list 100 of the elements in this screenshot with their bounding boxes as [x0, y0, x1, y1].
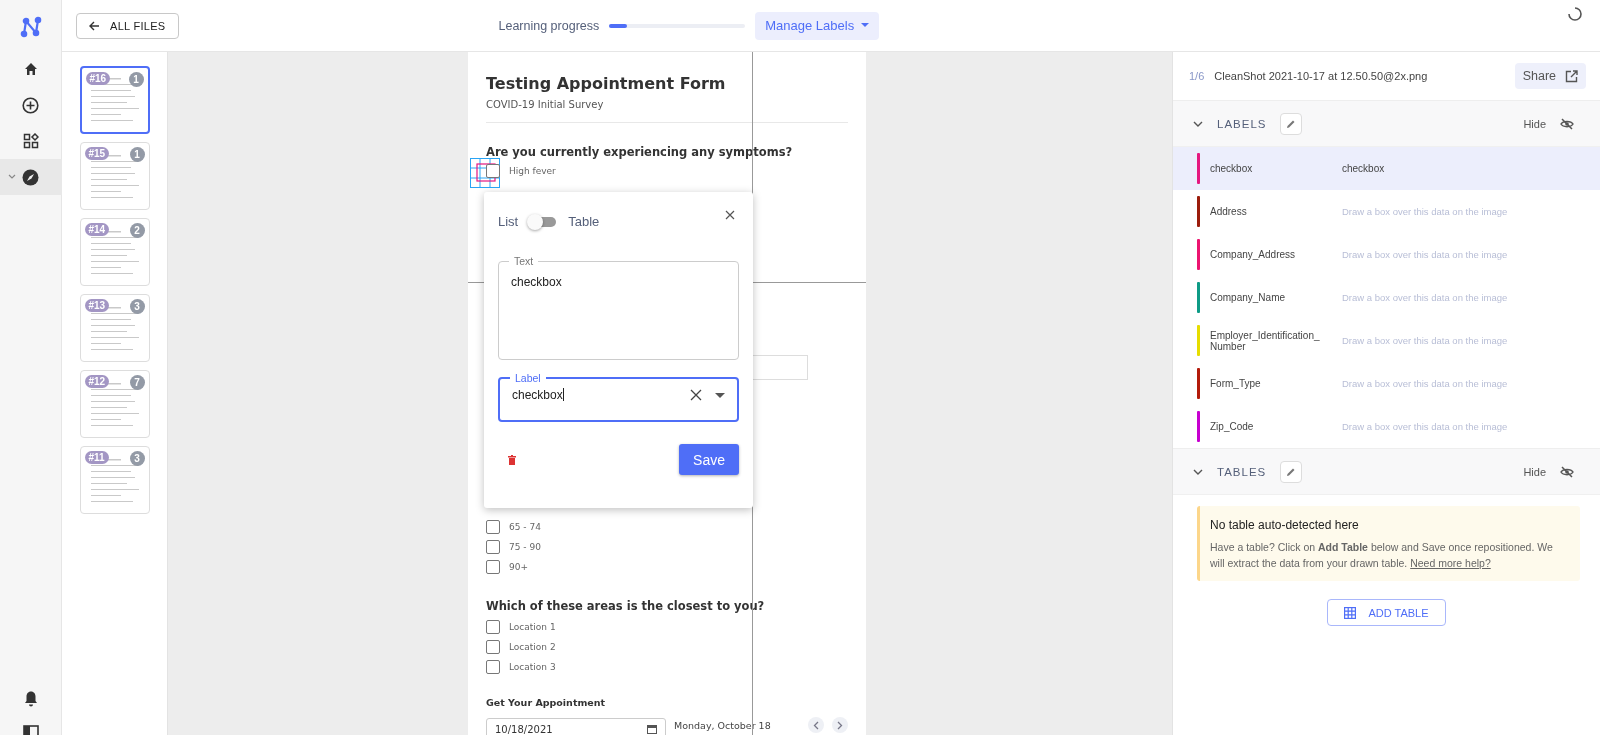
next-button[interactable]	[832, 717, 848, 733]
table-icon	[1344, 606, 1357, 619]
trash-icon[interactable]	[508, 454, 516, 465]
close-icon[interactable]	[725, 210, 735, 220]
add-icon	[22, 96, 39, 114]
section-title: TABLES	[1217, 465, 1267, 478]
edit-button[interactable]	[1280, 112, 1303, 135]
list-mode-label: List	[498, 214, 519, 229]
label-count-badge: 3	[129, 451, 145, 466]
label-count-badge: 7	[129, 375, 145, 390]
notice-text: Have a table? Click on Add Table below and Save once repositioned. We will extract the data from your drawn table. Need more help?	[1210, 540, 1554, 571]
page-number-badge: #14	[84, 223, 110, 236]
option-label: 65 - 74	[509, 522, 541, 532]
eye-slash-icon[interactable]	[1560, 117, 1574, 130]
panel-icon[interactable]	[22, 725, 39, 735]
option-label: High fever	[509, 166, 556, 176]
page-number-badge: #12	[84, 375, 110, 388]
share-button[interactable]: Share	[1514, 63, 1586, 89]
chevron-icon[interactable]	[1193, 468, 1203, 475]
table-mode-label: Table	[568, 214, 600, 229]
bell-icon[interactable]	[22, 690, 39, 707]
clear-icon[interactable]	[690, 389, 702, 401]
calendar-icon	[647, 724, 657, 734]
label-placeholder: Draw a box over this data on the image	[1342, 206, 1508, 217]
label-placeholder: Draw a box over this data on the image	[1342, 249, 1508, 260]
page-number-badge: #13	[84, 299, 110, 312]
page-number-badge: #11	[84, 451, 109, 464]
progress-label: Learning progress	[498, 18, 600, 33]
option-label: Location 1	[509, 622, 556, 632]
chevron-icon[interactable]	[1193, 120, 1203, 127]
add-table-button[interactable]: ADD TABLE	[1327, 599, 1446, 626]
pencil-icon	[1286, 466, 1297, 477]
eye-slash-icon[interactable]	[1560, 465, 1574, 478]
nav-item[interactable]	[0, 159, 62, 195]
pencil-icon	[1286, 118, 1297, 129]
checkbox[interactable]	[486, 560, 500, 574]
text-area[interactable]: Text checkbox	[498, 255, 739, 360]
dropdown-icon[interactable]	[715, 392, 725, 398]
label-name: Address	[1210, 205, 1248, 219]
question-text: Which of these areas is the closest to you?	[486, 599, 766, 613]
label-name: Company_Name	[1210, 291, 1287, 305]
label-name: Zip_Code	[1210, 420, 1255, 434]
compass-icon	[22, 168, 39, 186]
checkbox[interactable]	[486, 520, 500, 534]
hide-button[interactable]: Hide	[1523, 465, 1546, 478]
checkbox[interactable]	[486, 640, 500, 654]
option-label: Location 2	[509, 642, 556, 652]
label-placeholder: Draw a box over this data on the image	[1342, 292, 1508, 303]
question-text: Are you currently experiencing any symptoms?	[486, 145, 794, 159]
chevron-right-icon	[837, 720, 843, 730]
label-row[interactable]: Form_Type Draw a box over this data on the image	[1173, 362, 1600, 405]
appointment-label: Get Your Appointment	[486, 697, 607, 708]
label-placeholder: Draw a box over this data on the image	[1342, 421, 1508, 432]
section-title: LABELS	[1217, 117, 1267, 130]
manage-labels-button[interactable]: Manage Labels	[755, 11, 880, 40]
label-name: Form_Type	[1210, 377, 1262, 391]
checkbox[interactable]	[486, 164, 500, 178]
date-field[interactable]: 10/18/2021	[486, 718, 666, 735]
page-number-badge: #15	[84, 147, 110, 160]
label-row[interactable]: Employer_Identification_ Number Draw a box over this data on the image	[1173, 319, 1600, 362]
external-link-icon	[1565, 69, 1578, 83]
option-label: 75 - 90	[509, 542, 541, 552]
checkbox[interactable]	[486, 540, 500, 554]
label-row[interactable]: Address Draw a box over this data on the image	[1173, 190, 1600, 233]
label-name: checkbox	[1210, 162, 1254, 176]
option-label: 90+	[509, 562, 528, 572]
caret-icon	[861, 23, 870, 28]
field-label: Text	[513, 255, 535, 267]
apps-icon	[22, 133, 39, 149]
label-count-badge: 1	[129, 147, 145, 162]
label-placeholder: Draw a box over this data on the image	[1342, 378, 1508, 389]
label-row[interactable]: Company_Address Draw a box over this data on the image	[1173, 233, 1600, 276]
hide-button[interactable]: Hide	[1523, 117, 1546, 130]
label-placeholder: Draw a box over this data on the image	[1342, 335, 1508, 346]
help-link[interactable]: Need more help?	[1410, 557, 1491, 569]
label-row[interactable]: Company_Name Draw a box over this data on the image	[1173, 276, 1600, 319]
file-name: CleanShot 2021-10-17 at 12.50.50@2x.png	[1214, 70, 1429, 82]
label-row[interactable]: checkbox checkbox	[1173, 147, 1600, 190]
logo-icon	[19, 16, 42, 38]
form-title: Testing Appointment Form	[486, 74, 727, 93]
label-count-badge: 3	[129, 299, 145, 314]
edit-button[interactable]	[1280, 460, 1303, 483]
checkbox[interactable]	[486, 660, 500, 674]
label-name: Company_Address	[1210, 248, 1297, 262]
arrow-left-icon	[89, 20, 100, 31]
page-position: 1/6	[1189, 70, 1205, 82]
spinner-icon	[1567, 6, 1583, 22]
chevron-left-icon	[813, 720, 819, 730]
chevron-icon	[7, 174, 16, 180]
label-count-badge: 1	[128, 72, 144, 87]
toggle-switch[interactable]	[530, 216, 557, 227]
all-files-button[interactable]: ALL FILES	[76, 12, 179, 39]
label-name: Employer_Identification_ Number	[1210, 328, 1321, 354]
label-select[interactable]: Label checkbox	[498, 372, 739, 422]
page-number-badge: #16	[85, 72, 111, 85]
option-label: Location 3	[509, 662, 556, 672]
save-button[interactable]: Save	[679, 444, 739, 475]
label-row[interactable]: Zip_Code Draw a box over this data on the image	[1173, 405, 1600, 448]
previous-button[interactable]	[808, 717, 824, 733]
checkbox[interactable]	[486, 620, 500, 634]
